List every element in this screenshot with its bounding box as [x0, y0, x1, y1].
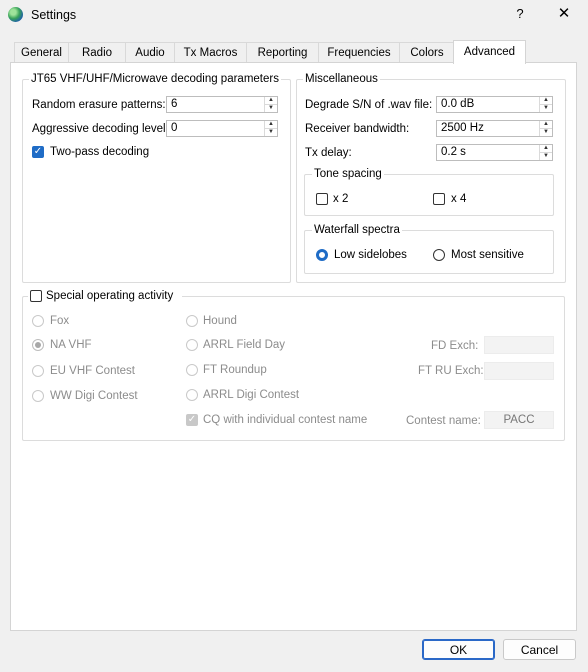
cq-individual-checkbox[interactable]: ✓: [186, 414, 198, 426]
ft-ru-exch-label: FT RU Exch:: [418, 365, 484, 377]
help-button[interactable]: ?: [508, 3, 532, 25]
two-pass-checkbox[interactable]: ✓: [32, 146, 44, 158]
window-title: Settings: [31, 8, 77, 22]
ft-roundup-label: FT Roundup: [203, 364, 267, 376]
tab-advanced[interactable]: Advanced: [453, 40, 526, 64]
tab-reporting[interactable]: Reporting: [246, 42, 319, 63]
tab-colors[interactable]: Colors: [399, 42, 455, 63]
tab-general[interactable]: General: [14, 42, 69, 63]
ok-button[interactable]: OK: [422, 639, 495, 660]
most-sensitive-label: Most sensitive: [451, 249, 524, 261]
arrl-field-day-radio[interactable]: [186, 339, 198, 351]
random-erasure-label: Random erasure patterns:: [32, 99, 166, 111]
fd-exch-label: FD Exch:: [431, 340, 479, 352]
aggressive-spinbox[interactable]: 0 ▲ ▼: [166, 120, 278, 137]
tx-delay-spinbox[interactable]: 0.2 s ▲ ▼: [436, 144, 553, 161]
degrade-label: Degrade S/N of .wav file:: [305, 99, 433, 111]
spin-up-icon[interactable]: ▲: [265, 121, 277, 129]
waterfall-title: Waterfall spectra: [312, 224, 402, 236]
ft-ru-exch-input[interactable]: [484, 362, 554, 380]
rx-bandwidth-value: 2500 Hz: [441, 122, 484, 134]
random-erasure-spinbox[interactable]: 6 ▲ ▼: [166, 96, 278, 113]
rx-bandwidth-spinbox[interactable]: 2500 Hz ▲ ▼: [436, 120, 553, 137]
x4-checkbox[interactable]: [433, 193, 445, 205]
tone-spacing-title: Tone spacing: [312, 168, 384, 180]
aggressive-label: Aggressive decoding level:: [32, 123, 169, 135]
ww-digi-radio[interactable]: [32, 390, 44, 402]
rx-bandwidth-label: Receiver bandwidth:: [305, 123, 410, 135]
two-pass-label: Two-pass decoding: [50, 146, 150, 158]
title-bar: [0, 0, 588, 30]
tab-frequencies[interactable]: Frequencies: [318, 42, 400, 63]
cancel-button[interactable]: Cancel: [503, 639, 576, 660]
contest-name-input[interactable]: PACC: [484, 411, 554, 429]
close-button[interactable]: ✕: [552, 3, 576, 25]
arrl-field-day-label: ARRL Field Day: [203, 339, 286, 351]
spin-up-icon[interactable]: ▲: [540, 145, 552, 153]
eu-vhf-label: EU VHF Contest: [50, 365, 135, 377]
tab-radio[interactable]: Radio: [68, 42, 126, 63]
contest-name-label: Contest name:: [406, 415, 481, 427]
tx-delay-value: 0.2 s: [441, 146, 466, 158]
degrade-value: 0.0 dB: [441, 98, 475, 110]
na-vhf-radio[interactable]: [32, 339, 44, 351]
tx-delay-label: Tx delay:: [305, 147, 352, 159]
tab-audio[interactable]: Audio: [125, 42, 175, 63]
spin-down-icon[interactable]: ▼: [540, 105, 552, 112]
advanced-tab-panel: JT65 VHF/UHF/Microwave decoding paramete…: [10, 62, 577, 631]
hound-label: Hound: [203, 315, 237, 327]
cq-individual-label: CQ with individual contest name: [203, 414, 368, 426]
fox-label: Fox: [50, 315, 70, 327]
eu-vhf-radio[interactable]: [32, 365, 44, 377]
spin-down-icon[interactable]: ▼: [265, 105, 277, 112]
random-erasure-value: 6: [171, 98, 178, 110]
spin-up-icon[interactable]: ▲: [265, 97, 277, 105]
arrl-digi-label: ARRL Digi Contest: [203, 389, 300, 401]
special-activity-label: Special operating activity: [46, 290, 174, 302]
fd-exch-input[interactable]: [484, 336, 554, 354]
ft-roundup-radio[interactable]: [186, 364, 198, 376]
x2-label: x 2: [333, 193, 349, 205]
app-logo-icon: [8, 7, 23, 22]
spin-down-icon[interactable]: ▼: [540, 153, 552, 160]
ww-digi-label: WW Digi Contest: [50, 390, 138, 402]
low-sidelobes-label: Low sidelobes: [334, 249, 407, 261]
fox-radio[interactable]: [32, 315, 44, 327]
arrl-digi-radio[interactable]: [186, 389, 198, 401]
x4-label: x 4: [451, 193, 467, 205]
hound-radio[interactable]: [186, 315, 198, 327]
jt65-group-title: JT65 VHF/UHF/Microwave decoding paramete…: [29, 73, 281, 85]
misc-group-title: Miscellaneous: [303, 73, 380, 85]
spin-up-icon[interactable]: ▲: [540, 97, 552, 105]
spin-down-icon[interactable]: ▼: [540, 129, 552, 136]
spin-up-icon[interactable]: ▲: [540, 121, 552, 129]
special-activity-checkbox[interactable]: [30, 290, 42, 302]
x2-checkbox[interactable]: [316, 193, 328, 205]
tab-tx-macros[interactable]: Tx Macros: [174, 42, 247, 63]
spin-down-icon[interactable]: ▼: [265, 129, 277, 136]
degrade-spinbox[interactable]: 0.0 dB ▲ ▼: [436, 96, 553, 113]
na-vhf-label: NA VHF: [50, 339, 92, 351]
low-sidelobes-radio[interactable]: [316, 249, 328, 261]
aggressive-value: 0: [171, 122, 178, 134]
most-sensitive-radio[interactable]: [433, 249, 445, 261]
